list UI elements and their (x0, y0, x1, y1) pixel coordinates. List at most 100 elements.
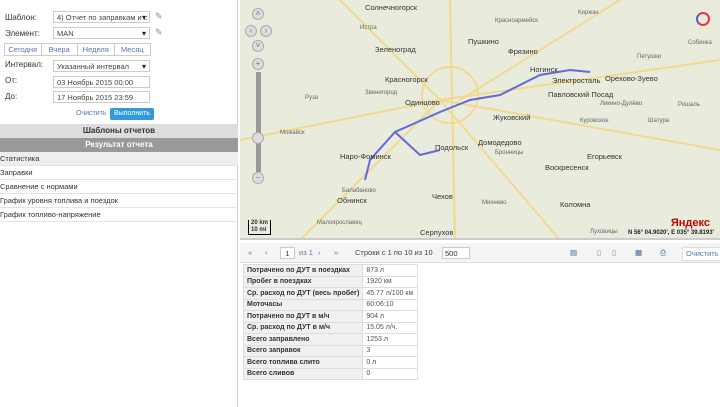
tab-month[interactable]: Месяц (115, 44, 151, 55)
map-label: Шатура (648, 118, 670, 124)
from-input[interactable]: 03 Ноябрь 2015 00:00 (53, 76, 150, 88)
map-label: Михнево (482, 200, 507, 206)
page-input[interactable]: 1 (280, 247, 295, 259)
map-label: Петушки (637, 54, 662, 60)
map-label: Красноармейск (495, 18, 538, 24)
table-row: Потрачено по ДУТ в м/ч 904 л (242, 310, 419, 323)
map-label: Егорьевск (587, 152, 622, 161)
pan-down-icon[interactable]: ˅ (252, 40, 264, 52)
to-input[interactable]: 17 Ноябрь 2015 23:59 (53, 91, 150, 103)
run-button[interactable]: Выполнить (110, 108, 154, 120)
table-row: Ср. расход по ДУТ (весь пробег) 45.77 л/1… (242, 287, 419, 300)
tab-today[interactable]: Сегодня (5, 44, 42, 55)
pan-left-icon[interactable]: ‹ (245, 25, 257, 37)
stat-label: Всего заправлено (242, 333, 364, 346)
map-label: Коломна (560, 200, 591, 209)
result-item-fuel-chart[interactable]: График уровня топлива и поездок (0, 194, 238, 208)
zoom-out-icon[interactable]: − (252, 172, 264, 184)
stat-label: Всего заправок (242, 344, 364, 357)
map-label: Одинцово (405, 98, 440, 107)
result-item-refuels[interactable]: Заправки (0, 166, 238, 180)
interval-select[interactable]: Указанный интервал (53, 60, 150, 72)
clear-button[interactable]: Очистить (72, 108, 110, 120)
stat-label: Ср. расход по ДУТ (весь пробег) (242, 287, 364, 300)
stat-label: Всего сливов (242, 367, 364, 380)
map-label: Малоярославец (317, 220, 362, 226)
map-label: Наро-Фоминск (340, 152, 391, 161)
stat-label: Ср. расход по ДУТ в м/ч (242, 321, 364, 334)
per-page-select[interactable]: 500 (442, 247, 470, 259)
report-panel: Шаблон: 4) Отчет по заправкам и с ✎ Элем… (0, 0, 238, 407)
stat-value: 15.05 л/ч. (362, 321, 419, 334)
tab-yesterday[interactable]: Вчера (42, 44, 78, 55)
tab-week[interactable]: Неделя (78, 44, 115, 55)
columns-icon[interactable]: ▤ (570, 247, 577, 259)
rows-info: Строки с 1 по 10 из 10 (355, 248, 433, 257)
result-item-voltage-chart[interactable]: График топливо-напряжение (0, 208, 238, 222)
page-of-label: из 1 (299, 248, 313, 257)
zoom-slider[interactable] (256, 72, 261, 172)
map-label: Истра (360, 25, 377, 31)
stat-value: 1920 км (362, 275, 419, 288)
map-label: Воскресенск (545, 163, 589, 172)
stat-label: Всего топлива слито (242, 356, 364, 369)
pin-icon[interactable]: ✎ (155, 27, 163, 38)
period-tabs: Сегодня Вчера Неделя Месяц (4, 43, 151, 56)
stat-label: Потрачено по ДУТ в поездках (242, 264, 364, 277)
map-label: Фрязино (508, 47, 538, 56)
map-label: Пушкино (468, 37, 499, 46)
clear-table-button[interactable]: Очистить (682, 247, 720, 261)
map-label: Павловский Посад (548, 90, 614, 99)
stat-value: 1253 л (362, 333, 419, 346)
print-icon[interactable]: ⎙ (660, 247, 666, 259)
map-label: Ликино-Дулёво (600, 101, 643, 107)
element-label: Элемент: (5, 29, 40, 38)
stat-value: 0 (362, 367, 419, 380)
element-select[interactable]: MAN (53, 27, 150, 39)
pin-icon[interactable]: ✎ (155, 11, 163, 22)
template-label: Шаблон: (5, 13, 37, 22)
map-label: Электросталь (552, 76, 601, 85)
stat-label: Потрачено по ДУТ в м/ч (242, 310, 364, 323)
table-row: Моточасы 60:06:10 (242, 298, 419, 311)
yandex-logo: Яндекс (670, 217, 710, 229)
first-page-button[interactable]: « (248, 247, 252, 259)
export-pdf-icon[interactable]: ▯ (597, 247, 601, 259)
interval-label: Интервал: (5, 60, 44, 69)
zoom-handle[interactable] (252, 132, 264, 144)
prev-page-button[interactable]: ‹ (265, 247, 268, 259)
template-select[interactable]: 4) Отчет по заправкам и с (53, 11, 150, 23)
table-row: Всего топлива слито 0 л (242, 356, 419, 369)
map-label: Чехов (432, 192, 453, 201)
table-row: Потрачено по ДУТ в поездках 873 л (242, 264, 419, 277)
export-xls-icon[interactable]: ▯ (612, 247, 616, 259)
result-header[interactable]: Результат отчета (0, 138, 238, 152)
pan-right-icon[interactable]: › (260, 25, 272, 37)
zoom-in-icon[interactable]: + (252, 58, 264, 70)
result-item-statistics[interactable]: Статистика (0, 152, 238, 166)
map-label: Звенигород (365, 90, 398, 96)
map-label: Жуковский (493, 113, 531, 122)
map-label: Киржач (578, 10, 599, 16)
templates-header[interactable]: Шаблоны отчетов (0, 124, 238, 138)
clipboard-icon[interactable]: ▦ (635, 247, 642, 259)
map-coordinates: N 56° 04.9020', E 035° 39.8193' (627, 230, 714, 236)
map-label: Серпухов (420, 228, 454, 237)
map[interactable]: Солнечногорск Зеленоград Пушкино Фрязино… (240, 0, 720, 240)
map-label: Ногинск (530, 65, 558, 74)
map-label: Луховицы (590, 229, 618, 235)
to-label: До: (5, 92, 18, 101)
result-item-norms[interactable]: Сравнение с нормами (0, 180, 238, 194)
stat-label: Пробег в поездках (242, 275, 364, 288)
next-page-button[interactable]: › (318, 247, 321, 259)
map-scale: 20 km 10 mi (248, 220, 272, 235)
from-label: От: (5, 76, 18, 85)
logo-icon (696, 12, 710, 26)
table-row: Пробег в поездках 1920 км (242, 275, 419, 288)
map-label: Подольск (435, 143, 469, 152)
stat-value: 0 л (362, 356, 419, 369)
map-label: Красногорск (385, 75, 428, 84)
stat-value: 873 л (362, 264, 419, 277)
last-page-button[interactable]: » (334, 247, 338, 259)
pan-up-icon[interactable]: ˄ (252, 8, 264, 20)
